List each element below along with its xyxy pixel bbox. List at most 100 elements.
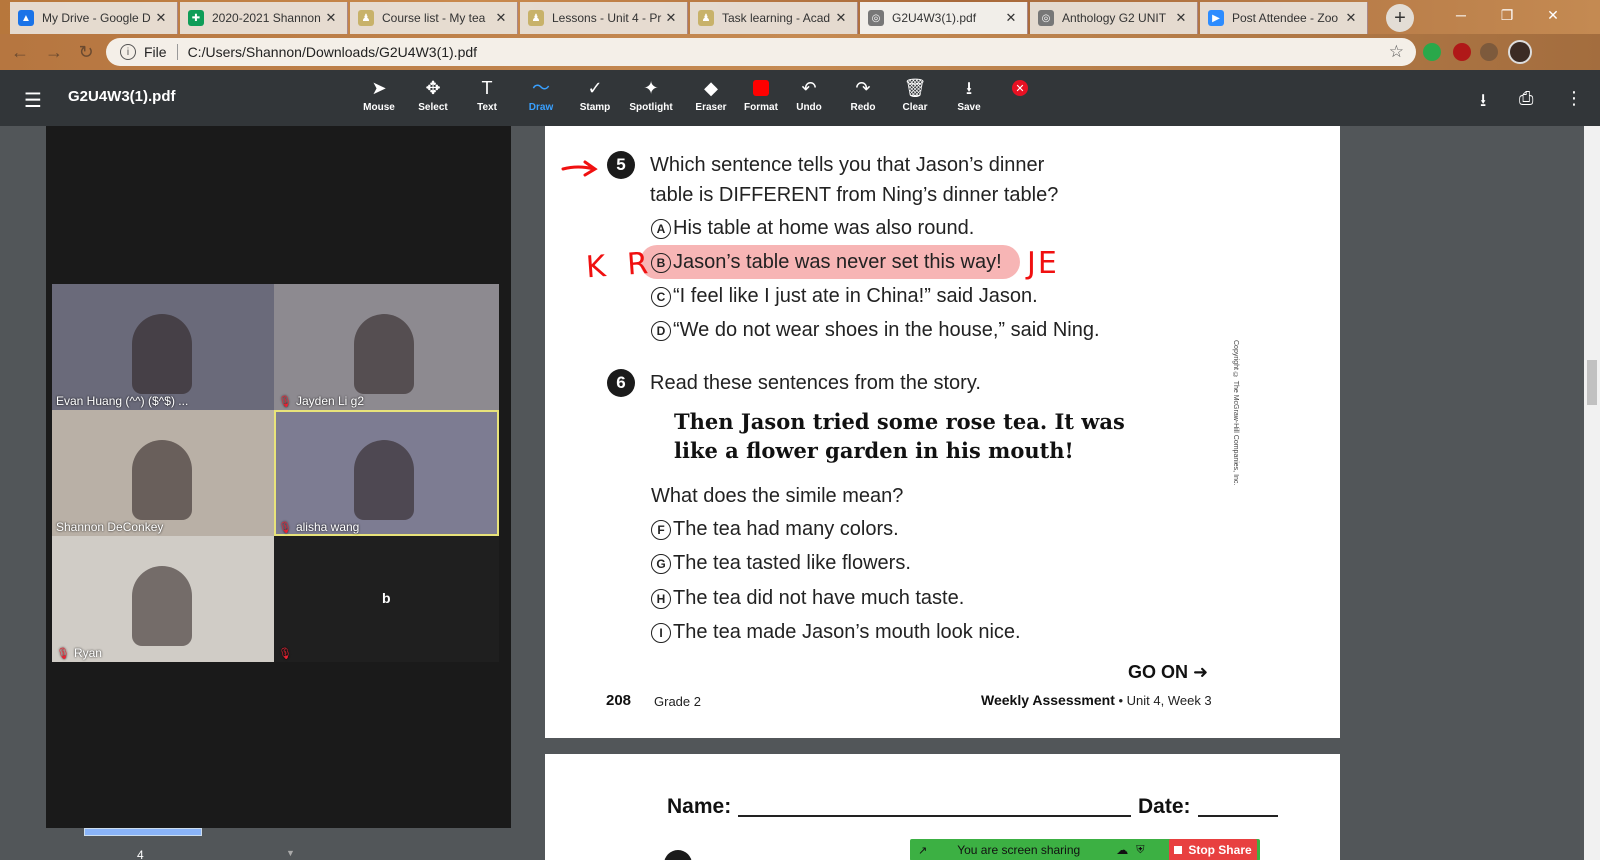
save-icon: ⭳ (965, 78, 973, 98)
answer-option: I The tea made Jason’s mouth look nice. (651, 621, 1021, 644)
download-icon[interactable]: ⭳ (1480, 88, 1486, 118)
scrollbar-thumb[interactable] (1587, 360, 1597, 405)
option-text: The tea had many colors. (673, 518, 899, 540)
tool-redo[interactable]: ↷ Redo (836, 76, 890, 113)
url-scheme: File (144, 44, 167, 60)
close-annotation-icon[interactable]: ✕ (1012, 80, 1028, 96)
option-letter: F (651, 519, 671, 540)
page-thumbnail[interactable] (84, 828, 202, 836)
go-on-label: GO ON ➜ (1128, 662, 1209, 682)
tool-stamp[interactable]: ✓ Stamp (568, 76, 622, 113)
tab-favicon-icon: ▶ (1208, 10, 1224, 26)
tool-mouse[interactable]: ➤ Mouse (352, 76, 406, 113)
tab-close-icon[interactable]: ✕ (323, 10, 339, 26)
browser-tab[interactable]: ◎ G2U4W3(1).pdf ✕ (860, 2, 1028, 34)
annotation-initials-right: JE (1027, 246, 1059, 281)
tab-close-icon[interactable]: ✕ (1173, 10, 1189, 26)
extension-puzzle-icon[interactable] (1480, 43, 1498, 61)
stop-share-button[interactable]: Stop Share (1169, 839, 1257, 860)
address-bar: ← → ↻ i File C:/Users/Shannon/Downloads/… (0, 34, 1600, 70)
tab-favicon-icon: ◎ (1038, 10, 1054, 26)
tab-close-icon[interactable]: ✕ (833, 10, 849, 26)
tab-favicon-icon: ♟ (698, 10, 714, 26)
question-text: Read these sentences from the story. (650, 372, 981, 394)
tab-close-icon[interactable]: ✕ (153, 10, 169, 26)
browser-tab[interactable]: ▲ My Drive - Google D ✕ (10, 2, 178, 34)
participant-video (132, 440, 192, 520)
browser-tab[interactable]: ♟ Lessons - Unit 4 - Pr ✕ (520, 2, 688, 34)
pdf-toolbar: ☰ G2U4W3(1).pdf ➤ Mouse ✥ Select T Text 〜 Draw ✓… (0, 70, 1600, 126)
question-text: table is DIFFERENT from Ning’s dinner ta… (650, 184, 1059, 206)
tool-label: Eraser (695, 102, 727, 113)
question-text: What does the simile mean? (651, 485, 904, 507)
participant-tile[interactable]: 🎙 Ryan (52, 536, 277, 662)
participant-tile[interactable]: 🎙 alisha wang (274, 410, 499, 536)
minimize-icon[interactable]: ─ (1438, 0, 1484, 30)
participant-tile[interactable]: b 🎙 (274, 536, 499, 662)
arrow-annotation-icon (561, 160, 598, 177)
option-text: Jason’s table was never set this way! (673, 251, 1002, 273)
browser-tab[interactable]: ◎ Anthology G2 UNIT ✕ (1030, 2, 1198, 34)
menu-icon[interactable]: ☰ (24, 88, 42, 113)
answer-option: B Jason’s table was never set this way! (651, 251, 1002, 274)
tool-clear[interactable]: 🗑 Clear (888, 76, 942, 113)
url-input[interactable]: i File C:/Users/Shannon/Downloads/G2U4W3… (106, 38, 1416, 66)
participant-tile[interactable]: Evan Huang (^^) ($^$) ... (52, 284, 277, 410)
participant-name: 🎙 (278, 647, 296, 660)
text-icon: T (481, 78, 493, 98)
browser-tab[interactable]: ♟ Task learning - Acad ✕ (690, 2, 858, 34)
profile-avatar[interactable] (1508, 40, 1532, 64)
mouse-icon: ➤ (371, 78, 387, 98)
print-icon[interactable]: ⎙ (1519, 88, 1533, 109)
tool-text[interactable]: T Text (460, 76, 514, 113)
back-icon[interactable]: ← (8, 40, 32, 64)
scrollbar[interactable] (1584, 126, 1600, 860)
close-window-icon[interactable]: ✕ (1530, 0, 1576, 30)
participant-name: 🎙 Jayden Li g2 (278, 394, 365, 408)
participant-video (354, 440, 414, 520)
tab-close-icon[interactable]: ✕ (1343, 10, 1359, 26)
tool-select[interactable]: ✥ Select (406, 76, 460, 113)
pdf-title: G2U4W3(1).pdf (68, 88, 176, 105)
tab-label: Lessons - Unit 4 - Pr (552, 11, 662, 25)
new-tab-button[interactable]: + (1386, 4, 1414, 32)
option-text: The tea made Jason’s mouth look nice. (673, 621, 1021, 643)
participant-tile[interactable]: Shannon DeConkey (52, 410, 277, 536)
page-number: 208 (606, 692, 632, 709)
tab-label: 2020-2021 Shannon (212, 11, 321, 25)
reload-icon[interactable]: ↻ (74, 40, 98, 64)
browser-tab[interactable]: ▶ Post Attendee - Zoo ✕ (1200, 2, 1368, 34)
tool-label: Text (477, 102, 497, 113)
tab-close-icon[interactable]: ✕ (1003, 10, 1019, 26)
tool-label: Save (957, 102, 981, 113)
tool-draw[interactable]: 〜 Draw (514, 76, 568, 113)
question-number: 6 (607, 369, 635, 397)
extension-ublock-icon[interactable] (1453, 43, 1471, 61)
info-icon[interactable]: i (120, 44, 136, 60)
browser-tab[interactable]: ♟ Course list - My tea ✕ (350, 2, 518, 34)
tool-label: Undo (796, 102, 822, 113)
option-letter: D (651, 320, 671, 341)
tool-label: Draw (528, 102, 554, 113)
tool-eraser[interactable]: ◆ Eraser (684, 76, 738, 113)
tool-undo[interactable]: ↶ Undo (782, 76, 836, 113)
tool-save[interactable]: ⭳ Save (942, 76, 996, 113)
browser-tab[interactable]: ✚ 2020-2021 Shannon ✕ (180, 2, 348, 34)
scroll-down-icon[interactable]: ▼ (286, 848, 300, 860)
annotation-initials-left: K R (584, 245, 656, 286)
restore-icon[interactable]: ❐ (1484, 0, 1530, 30)
tab-close-icon[interactable]: ✕ (663, 10, 679, 26)
mic-muted-icon: 🎙 (278, 521, 292, 534)
forward-icon[interactable]: → (42, 40, 66, 64)
participant-tile[interactable]: 🎙 Jayden Li g2 (274, 284, 499, 410)
participant-video (132, 314, 192, 394)
bookmark-star-icon[interactable]: ☆ (1389, 42, 1404, 62)
participant-name: Evan Huang (^^) ($^$) ... (56, 394, 189, 408)
mic-muted-icon: 🎙 (56, 647, 70, 660)
tab-close-icon[interactable]: ✕ (493, 10, 509, 26)
tool-label: Stamp (579, 102, 611, 113)
more-options-icon[interactable]: ⋮ (1565, 88, 1583, 109)
extension-green-icon[interactable] (1423, 43, 1441, 61)
tool-spotlight[interactable]: ✦ Spotlight (624, 76, 678, 113)
tool-format[interactable]: Format (734, 76, 788, 113)
